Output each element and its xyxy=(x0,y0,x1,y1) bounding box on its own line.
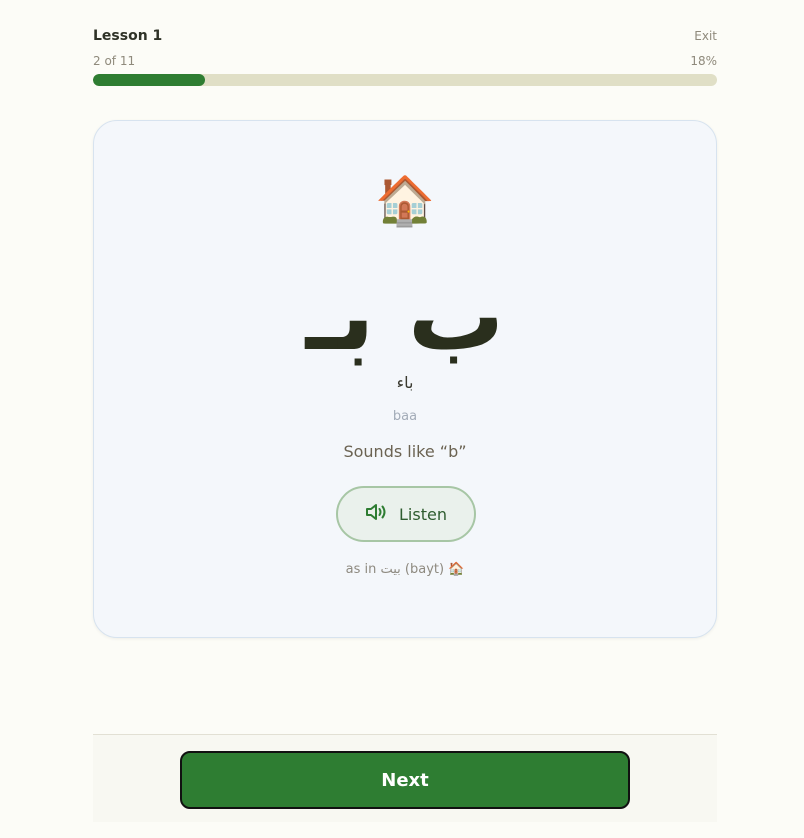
sounds-like-text: Sounds like “b” xyxy=(343,442,467,461)
house-emoji: 🏠 xyxy=(375,173,435,229)
progress-bar-fill xyxy=(93,74,206,86)
lesson-title: Lesson 1 xyxy=(93,28,163,44)
lesson-header: Lesson 1 Exit 2 of 11 18% xyxy=(93,28,717,86)
progress-percent: 18% xyxy=(690,54,717,68)
transliteration: baa xyxy=(392,409,418,424)
exit-button[interactable]: Exit xyxy=(694,29,717,43)
letter-name: باء xyxy=(396,373,414,392)
speaker-icon xyxy=(365,502,389,526)
progress-bar xyxy=(93,74,717,86)
letter-forms: ب بـ xyxy=(305,260,505,372)
listen-button[interactable]: Listen xyxy=(336,486,476,542)
next-button[interactable]: Next xyxy=(180,751,630,809)
progress-count: 2 of 11 xyxy=(93,54,136,68)
example-word: as in بيت (bayt) 🏠 xyxy=(345,562,465,577)
footer: Next xyxy=(93,734,717,822)
listen-label: Listen xyxy=(399,504,447,524)
letter-card: 🏠 ب بـ باء baa Sounds like “b” Listen as… xyxy=(93,120,717,638)
